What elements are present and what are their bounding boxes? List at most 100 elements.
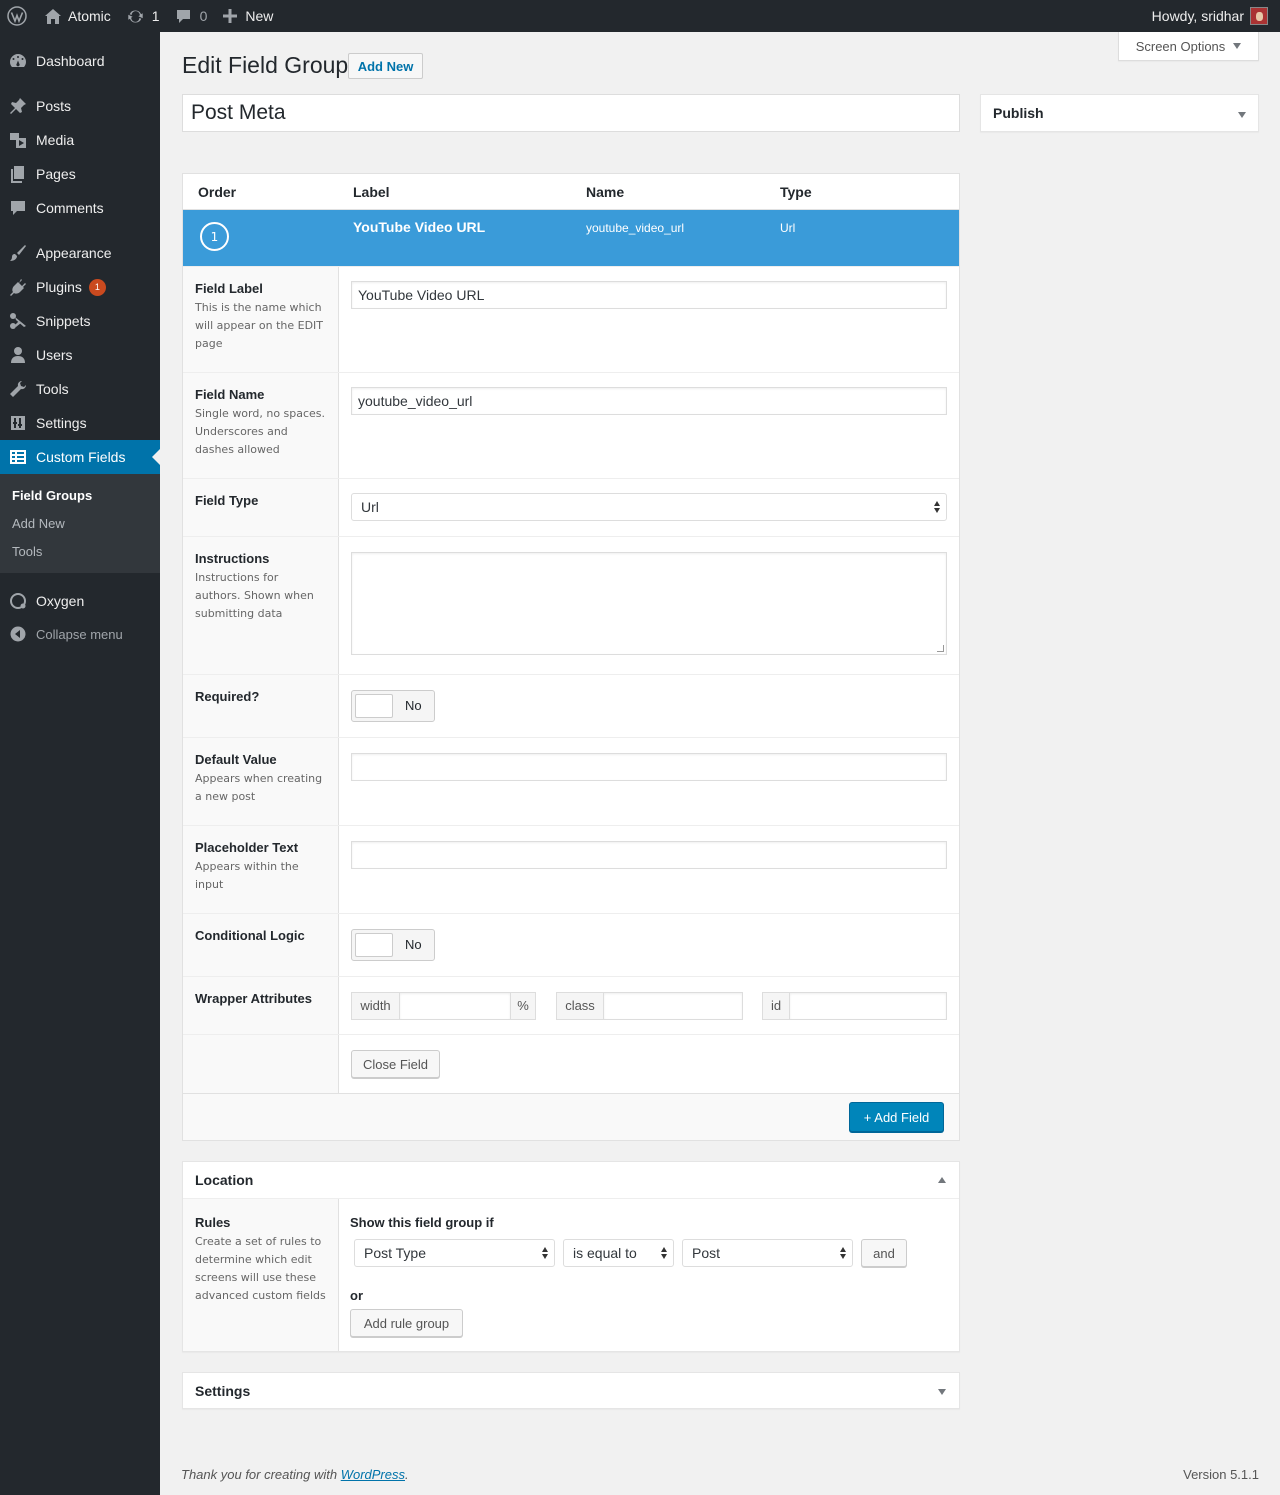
updates-link[interactable]: 1 xyxy=(119,0,168,32)
comments-count: 0 xyxy=(199,8,208,24)
width-addon-label: width xyxy=(351,992,400,1020)
my-account-link[interactable]: Howdy, sridhar xyxy=(1144,0,1280,32)
fields-table-header: Order Label Name Type xyxy=(183,174,959,210)
wordpress-link[interactable]: WordPress xyxy=(341,1467,405,1482)
add-rule-group-button[interactable]: Add rule group xyxy=(350,1309,463,1337)
new-label: New xyxy=(245,8,274,24)
sidebar-item-dashboard[interactable]: Dashboard xyxy=(0,44,160,78)
screen-options-label: Screen Options xyxy=(1135,38,1226,54)
settings-box[interactable]: Settings xyxy=(182,1372,960,1409)
field-row[interactable]: 1 YouTube Video URL youtube_video_url Ur… xyxy=(183,210,959,266)
footer-thanks: Thank you for creating with WordPress. xyxy=(181,1467,409,1482)
avatar xyxy=(1250,7,1268,25)
field-type-select[interactable]: Url xyxy=(351,493,947,521)
refresh-icon xyxy=(127,9,144,24)
setting-label-cell: Required? xyxy=(183,675,339,737)
sidebar-item-settings[interactable]: Settings xyxy=(0,406,160,440)
greeting: Howdy, sridhar xyxy=(1151,8,1244,24)
field-label-input[interactable]: YouTube Video URL xyxy=(351,281,947,309)
instructions-textarea[interactable] xyxy=(351,552,947,655)
default-value-input[interactable] xyxy=(351,753,947,781)
sidebar-item-label: Snippets xyxy=(36,313,91,329)
placeholder-input[interactable] xyxy=(351,841,947,869)
plugins-update-badge: 1 xyxy=(88,278,106,296)
setting-label-cell: Field Name Single word, no spaces. Under… xyxy=(183,373,339,478)
footer-thanks-text: Thank you for creating with xyxy=(181,1467,341,1482)
sidebar-item-label: Comments xyxy=(36,200,104,216)
sidebar-item-custom-fields[interactable]: Custom Fields xyxy=(0,440,160,474)
sidebar-item-tools[interactable]: Tools xyxy=(0,372,160,406)
scissors-icon xyxy=(0,312,36,330)
site-name-link[interactable]: Atomic xyxy=(37,0,119,32)
sidebar-item-label: Pages xyxy=(36,166,76,182)
add-new-button[interactable]: Add New xyxy=(348,53,423,79)
wrapper-class-input[interactable] xyxy=(603,992,743,1020)
submenu-field-groups[interactable]: Field Groups xyxy=(12,488,92,503)
sidebar-item-posts[interactable]: Posts xyxy=(0,89,160,123)
sidebar-item-snippets[interactable]: Snippets xyxy=(0,304,160,338)
sidebar-item-pages[interactable]: Pages xyxy=(0,157,160,191)
sidebar-item-label: Plugins xyxy=(36,279,82,295)
field-name-input[interactable]: youtube_video_url xyxy=(351,387,947,415)
sidebar-item-users[interactable]: Users xyxy=(0,338,160,372)
comment-bubble-icon xyxy=(176,9,191,24)
close-field-button[interactable]: Close Field xyxy=(351,1050,440,1078)
sidebar-item-oxygen[interactable]: Oxygen xyxy=(0,584,160,618)
setting-label: Default Value xyxy=(195,752,277,767)
toggle-arrow-icon[interactable] xyxy=(1238,112,1246,118)
location-title: Location xyxy=(195,1172,254,1188)
setting-placeholder-text: Placeholder Text Appears within the inpu… xyxy=(183,825,959,913)
or-label: or xyxy=(350,1288,363,1303)
field-group-title-input[interactable]: Post Meta xyxy=(182,94,960,132)
screen-options-button[interactable]: Screen Options xyxy=(1118,32,1259,61)
collapse-icon xyxy=(0,626,36,642)
sidebar-item-appearance[interactable]: Appearance xyxy=(0,236,160,270)
pages-icon xyxy=(0,165,36,183)
select-value: Post Type xyxy=(364,1245,427,1261)
oxygen-icon xyxy=(0,592,36,610)
select-arrows-icon xyxy=(542,1247,549,1259)
rule-value-select[interactable]: Post xyxy=(682,1239,853,1267)
setting-description: Appears within the input xyxy=(195,860,299,891)
sidebar-item-media[interactable]: Media xyxy=(0,123,160,157)
field-row-name: youtube_video_url xyxy=(586,221,685,235)
setting-field-type: Field Type Url xyxy=(183,478,959,536)
comments-link[interactable]: 0 xyxy=(168,0,216,32)
field-row-label[interactable]: YouTube Video URL xyxy=(353,219,485,235)
publish-box[interactable]: Publish xyxy=(980,94,1259,132)
wrapper-width-input[interactable] xyxy=(399,992,511,1020)
add-and-rule-button[interactable]: and xyxy=(861,1239,907,1267)
new-content-link[interactable]: New xyxy=(215,0,281,32)
rule-param-select[interactable]: Post Type xyxy=(354,1239,555,1267)
setting-label: Placeholder Text xyxy=(195,840,299,855)
dashboard-icon xyxy=(0,52,36,70)
sidebar-item-label: Appearance xyxy=(36,245,112,261)
toggle-arrow-icon[interactable] xyxy=(938,1389,946,1395)
sidebar-item-plugins[interactable]: Plugins 1 xyxy=(0,270,160,304)
page-title: Edit Field Group xyxy=(182,52,349,78)
plugin-icon xyxy=(0,278,36,296)
sidebar-item-comments[interactable]: Comments xyxy=(0,191,160,225)
sidebar-item-label: Tools xyxy=(36,381,69,397)
toggle-knob xyxy=(355,694,393,718)
conditional-logic-toggle[interactable]: No xyxy=(351,929,435,961)
resize-handle-icon[interactable] xyxy=(937,645,944,652)
toggle-arrow-icon[interactable] xyxy=(938,1177,946,1183)
plus-icon xyxy=(223,9,238,23)
submenu-tools[interactable]: Tools xyxy=(12,544,42,559)
submenu-add-new[interactable]: Add New xyxy=(12,516,65,531)
setting-required: Required? No xyxy=(183,674,959,737)
percent-addon-label: % xyxy=(510,992,536,1020)
rule-operator-select[interactable]: is equal to xyxy=(563,1239,674,1267)
wordpress-logo-icon[interactable] xyxy=(0,0,37,32)
sidebar-item-label: Settings xyxy=(36,415,87,431)
collapse-menu-button[interactable]: Collapse menu xyxy=(0,617,160,651)
publish-title: Publish xyxy=(993,105,1044,121)
column-header-order: Order xyxy=(198,184,237,200)
required-toggle[interactable]: No xyxy=(351,690,435,722)
field-order-handle[interactable]: 1 xyxy=(200,222,229,251)
add-field-button[interactable]: + Add Field xyxy=(849,1102,944,1132)
wrapper-id-input[interactable] xyxy=(789,992,947,1020)
sidebar-item-label: Custom Fields xyxy=(36,449,126,465)
select-arrows-icon xyxy=(934,501,941,513)
